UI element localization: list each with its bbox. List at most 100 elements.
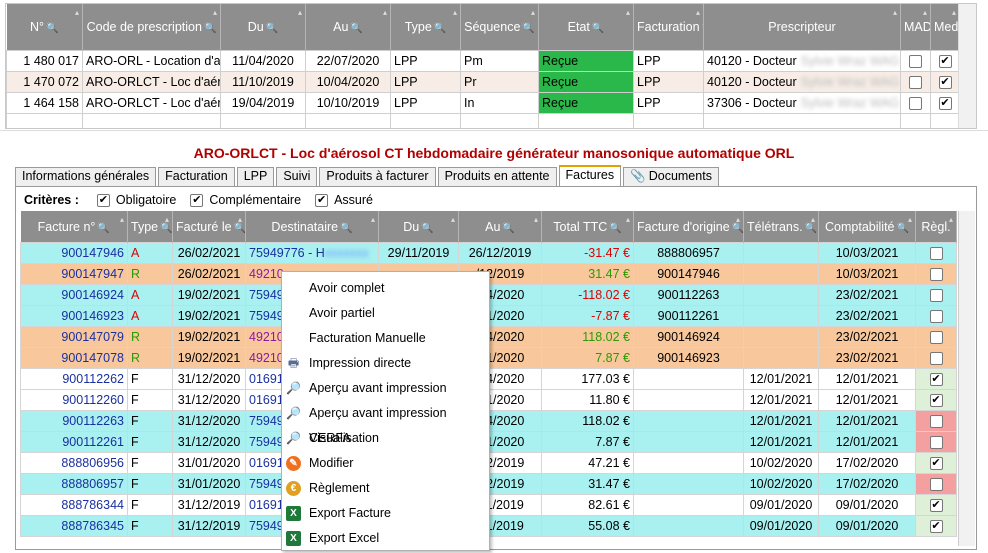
sort-icon: ▴ <box>450 215 455 224</box>
tab-lpp[interactable]: LPP <box>236 167 275 187</box>
top-grid-scrollbar[interactable] <box>958 4 976 128</box>
cell-empty <box>460 113 539 128</box>
med-checkbox[interactable] <box>938 76 952 90</box>
reglement-checkbox[interactable] <box>929 499 943 513</box>
tab-suivi[interactable]: Suivi <box>276 167 318 187</box>
cell-date: 26/02/2021 <box>172 242 246 264</box>
mad-checkbox[interactable] <box>909 76 922 90</box>
column-header[interactable]: Au ▴ 🔍 <box>305 4 391 51</box>
table-row[interactable]: 1 480 017 ARO-ORL - Location d'a 11/04/202… <box>6 50 960 72</box>
cell-orig: 900112261 <box>633 305 744 327</box>
cell-seq: Pm <box>460 50 539 72</box>
criteria-checkbox-obligatoire[interactable] <box>96 193 110 207</box>
med-checkbox[interactable] <box>938 55 952 69</box>
cell-compta: 12/01/2021 <box>818 410 916 432</box>
reglement-checkbox[interactable] <box>929 373 943 387</box>
reglement-checkbox[interactable] <box>929 247 943 261</box>
table-row[interactable]: 900147946A26/02/202175949776 - HxxxxxxxG… <box>20 242 957 264</box>
cell-du: 11/10/2019 <box>220 71 306 93</box>
column-header[interactable]: N° ▴ 🔍 <box>6 4 83 51</box>
tab-produits-facturer[interactable]: Produits à facturer <box>319 167 436 187</box>
column-header[interactable]: Type ▴ 🔍 <box>127 211 173 243</box>
sort-icon: ▴ <box>74 8 79 17</box>
reglement-checkbox[interactable] <box>929 352 943 366</box>
context-menu-item[interactable]: € Règlement <box>282 476 489 501</box>
cell-type: F <box>127 515 173 537</box>
reglement-checkbox[interactable] <box>929 268 943 282</box>
cell-empty <box>82 113 221 128</box>
column-header[interactable]: Facture n° ▴ 🔍 <box>20 211 128 243</box>
column-header[interactable]: Règl. ▴ <box>915 211 957 243</box>
prescriber-name: 40120 - Docteur <box>707 75 797 89</box>
sort-icon: ▴ <box>164 215 169 224</box>
cell-tele <box>743 242 819 264</box>
reglement-checkbox[interactable] <box>929 310 943 324</box>
table-row[interactable]: 1 464 158 ARO-ORLCT - Loc d'aér 19/04/2019… <box>6 92 960 114</box>
column-header[interactable]: Total TTC ▴ 🔍 <box>541 211 634 243</box>
reglement-checkbox[interactable] <box>929 457 943 471</box>
context-menu-item[interactable]: 🔎 Aperçu avant impression CERFA <box>282 401 489 445</box>
context-menu-item[interactable]: 🔎 Aperçu avant impression <box>282 376 489 401</box>
cell-au: 10/10/2019 <box>305 92 391 114</box>
column-header[interactable]: Destinataire ▴ 🔍 <box>245 211 379 243</box>
med-checkbox[interactable] <box>938 97 952 111</box>
context-menu-item[interactable]: Facturation Manuelle <box>282 326 489 351</box>
reglement-checkbox[interactable] <box>929 394 943 408</box>
column-header[interactable]: Facturation▴🔍 <box>633 4 704 51</box>
context-menu-item[interactable]: X Export Facture <box>282 501 489 526</box>
tab-label: Informations générales <box>22 169 150 183</box>
column-header[interactable]: Facture d'origine ▴ 🔍 <box>633 211 744 243</box>
column-header[interactable]: Du ▴ 🔍 <box>378 211 459 243</box>
cell-num: 900112261 <box>20 431 128 453</box>
reglement-checkbox[interactable] <box>929 520 943 534</box>
reglement-checkbox[interactable] <box>929 436 943 450</box>
cell-seq: Pr <box>460 71 539 93</box>
column-header[interactable]: Etat ▴ 🔍 <box>538 4 634 51</box>
cell-type: F <box>127 410 173 432</box>
tab-informations-g-n-rales[interactable]: Informations générales <box>15 167 157 187</box>
panel-splitter[interactable] <box>0 130 988 135</box>
context-menu-item[interactable]: Avoir complet <box>282 276 489 301</box>
cell-num: 1 480 017 <box>6 50 83 72</box>
column-header[interactable]: Type ▴ 🔍 <box>390 4 461 51</box>
context-menu-item[interactable]: ✎ Modifier <box>282 451 489 476</box>
column-header[interactable]: Du ▴ 🔍 <box>220 4 306 51</box>
context-menu-item[interactable]: 🖶 Impression directe <box>282 351 489 376</box>
cell-presc: 37306 - Docteur Sylvie Wraz WAG <box>703 92 901 114</box>
column-header[interactable]: Au ▴ 🔍 <box>458 211 542 243</box>
sort-icon: ▴ <box>810 215 815 224</box>
context-menu-item[interactable]: 🔎 Visualisation <box>282 426 489 451</box>
cell-num: 888786345 <box>20 515 128 537</box>
sort-icon: ▴ <box>948 215 953 224</box>
column-header[interactable]: Facturé le ▴ 🔍 <box>172 211 246 243</box>
mad-checkbox[interactable] <box>909 55 922 69</box>
column-header[interactable]: Med ▴ <box>930 4 960 51</box>
reglement-checkbox[interactable] <box>929 331 943 345</box>
edit-icon: ✎ <box>286 456 301 471</box>
criteria-checkbox-complémentaire[interactable] <box>190 193 204 207</box>
column-header[interactable]: Télétrans. ▴ 🔍 <box>743 211 819 243</box>
context-menu-item[interactable]: X Export Excel <box>282 526 489 551</box>
tab-facturation[interactable]: Facturation <box>158 167 235 187</box>
context-menu-item[interactable]: Avoir partiel <box>282 301 489 326</box>
reglement-checkbox[interactable] <box>929 289 943 303</box>
context-menu-item-label: Aperçu avant impression <box>309 381 447 395</box>
column-header-label: Destinataire <box>271 219 339 234</box>
column-header[interactable]: Séquence ▴ 🔍 <box>460 4 539 51</box>
tab-factures[interactable]: Factures <box>558 165 622 188</box>
column-header-label: MAD <box>904 20 931 34</box>
tab-documents[interactable]: 📎 Documents <box>623 167 719 187</box>
reglement-checkbox[interactable] <box>929 415 943 429</box>
column-header[interactable]: MAD ▴ <box>900 4 931 51</box>
invoices-grid-scrollbar[interactable] <box>958 211 975 546</box>
table-row[interactable]: 1 470 072 ARO-ORLCT - Loc d'aér 11/10/2019… <box>6 71 960 93</box>
cell-regl <box>915 263 957 285</box>
cell-tele: 12/01/2021 <box>743 368 819 390</box>
column-header[interactable]: Prescripteur ▴ <box>703 4 901 51</box>
tab-produits-en-attente[interactable]: Produits en attente <box>437 167 557 187</box>
criteria-checkbox-assuré[interactable] <box>315 193 329 207</box>
column-header[interactable]: Code de prescription ▴ 🔍 <box>82 4 221 51</box>
reglement-checkbox[interactable] <box>929 478 943 492</box>
column-header[interactable]: Comptabilité ▴ 🔍 <box>818 211 916 243</box>
mad-checkbox[interactable] <box>909 97 922 111</box>
